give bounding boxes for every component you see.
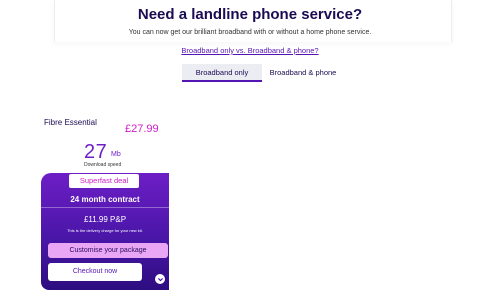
deal-badge: Superfast deal [69,174,139,188]
product-tabs: Broadband only Broadband & phone [182,64,344,82]
speed-value: 27 [84,141,108,163]
contract-length: 24 month contract [70,195,140,204]
compare-link-row: Broadband only vs. Broadband & phone? [0,46,500,55]
speed-unit: Mb [111,151,121,158]
plan-name: Fibre Essential [44,118,97,127]
compare-link[interactable]: Broadband only vs. Broadband & phone? [181,46,318,55]
plan-price: £27.99 [125,123,159,135]
pnp-price: £11.99 P&P [83,215,127,224]
card-divider [41,207,169,208]
page-title: Need a landline phone service? [137,6,363,23]
pnp-note: This is the delivery charge for your new… [67,228,143,233]
chevron-down-icon [157,277,163,281]
page-subtitle: You can now get our brilliant broadband … [128,29,372,36]
speed-label: Download speed [84,162,122,168]
checkout-button[interactable]: Checkout now [48,263,142,281]
tab-broadband-and-phone[interactable]: Broadband & phone [262,64,344,82]
tab-broadband-only[interactable]: Broadband only [182,64,262,82]
customise-package-button[interactable]: Customise your package [48,243,168,258]
expand-button[interactable] [155,274,165,284]
